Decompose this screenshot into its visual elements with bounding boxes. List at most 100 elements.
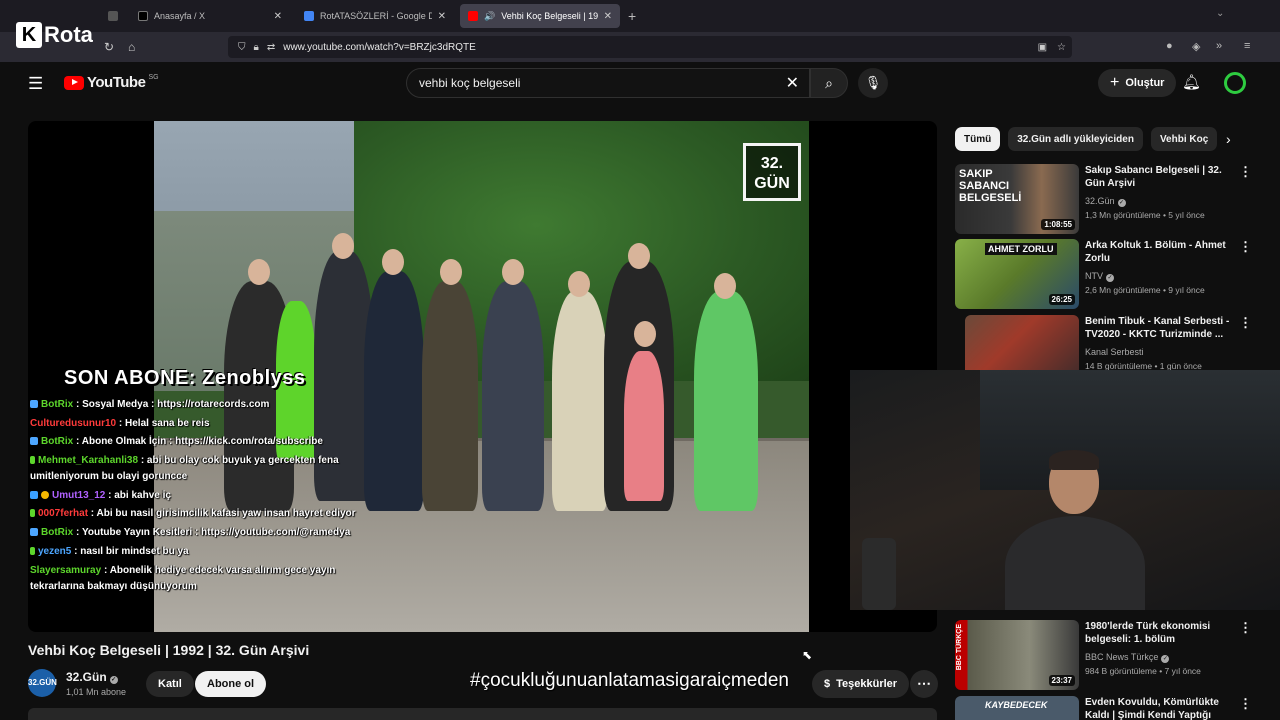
super-thanks-icon: $ (824, 678, 831, 690)
bookmark-star-icon[interactable]: ☆ (1057, 42, 1066, 53)
tab-google-docs[interactable]: RotATASÖZLERİ - Google Doküm ✕ (296, 4, 454, 28)
reload-icon[interactable]: ↻ (104, 40, 114, 54)
tab-overview-icon[interactable] (100, 4, 120, 28)
youtube-logo[interactable]: YouTube SG (64, 74, 159, 91)
chat-message: BotRix : Abone Olmak İçin : https://kick… (30, 434, 390, 450)
more-actions-button[interactable]: ⋯ (910, 670, 938, 698)
more-options-icon[interactable]: ⋮ (1239, 315, 1252, 331)
recommended-video[interactable]: KAYBEDECEK Evden Kovuldu, Kömürlükte Kal… (955, 696, 1265, 720)
video-thumbnail[interactable]: AHMET ZORLU 26:25 (955, 239, 1079, 309)
coin-badge-icon (41, 490, 49, 499)
clear-search-icon[interactable]: ✕ (786, 73, 799, 93)
chevron-right-icon[interactable]: › (1226, 131, 1231, 147)
child-figure (624, 351, 664, 501)
subscriber-badge-icon (30, 456, 35, 465)
close-tab-icon[interactable]: ✕ (438, 11, 446, 22)
search-button[interactable]: ⌕ (810, 68, 848, 98)
bot-badge-icon (30, 528, 38, 537)
video-title: Vehbi Koç Belgeseli | 1992 | 32. Gün Arş… (28, 642, 310, 658)
description-box[interactable] (28, 708, 937, 720)
channel-avatar[interactable]: 32.GÜN (28, 669, 57, 697)
bot-badge-icon (30, 400, 38, 408)
chat-message: Umut13_12 : abi kahve iç (30, 488, 390, 504)
recommended-video[interactable]: BBC TÜRKÇE 23:37 1980'lerde Türk ekonomi… (955, 620, 1265, 690)
tab-x[interactable]: Anasayfa / X ✕ (130, 4, 290, 28)
subscriber-badge-icon (30, 509, 35, 518)
chat-message: 0007ferhat : Abi bu nasil girisimcilik k… (30, 506, 390, 522)
shield-icon[interactable]: ⛉ (238, 42, 246, 53)
subscriber-count: 1,01 Mn abone (66, 687, 127, 697)
address-bar[interactable]: ⛉ 🔒︎ ⇄ www.youtube.com/watch?v=BRZjc3dRQ… (228, 36, 1072, 58)
more-options-icon[interactable]: ⋮ (1239, 164, 1252, 180)
picture-in-picture-icon[interactable]: ▣ (1038, 42, 1047, 53)
hashtag-overlay: #çocukluğunuanlatamasigaraiçmeden (470, 670, 789, 691)
thanks-button[interactable]: $ Teşekkürler (812, 670, 910, 698)
notifications-bell-icon[interactable]: 🔔︎ (1182, 73, 1201, 91)
person-head (714, 273, 736, 299)
video-thumbnail[interactable]: SAKIP SABANCI BELGESELİ 1:08:55 (955, 164, 1079, 234)
chat-message: Culturedusunur10 : Helal sana be reis (30, 417, 210, 429)
chat-message: yezen5 : nasıl bir mindset bu ya (30, 544, 390, 560)
tab-youtube[interactable]: 🔊 Vehbi Koç Belgeseli | 1992 | 3 ✕ (460, 4, 620, 28)
verified-check-icon: ✓ (109, 676, 118, 684)
person-figure (694, 291, 758, 511)
voice-search-button[interactable]: 🎙︎ (858, 68, 888, 98)
recommended-video[interactable]: AHMET ZORLU 26:25 Arka Koltuk 1. Bölüm -… (955, 239, 1265, 309)
recommended-video[interactable]: SAKIP SABANCI BELGESELİ 1:08:55 Sakıp Sa… (955, 164, 1265, 234)
chat-message: BotRix : Youtube Yayın Kesitleri : https… (30, 525, 390, 541)
chevron-down-icon[interactable]: ⌄ (1216, 8, 1224, 19)
more-options-icon[interactable]: ⋮ (1239, 239, 1252, 255)
more-options-icon[interactable]: ⋮ (1239, 696, 1252, 712)
create-button[interactable]: + Oluştur (1098, 69, 1177, 97)
person-head (440, 259, 462, 285)
speaker-icon[interactable]: 🔊 (484, 11, 495, 22)
tab-group-icon (108, 11, 118, 21)
extension-icon[interactable]: ● (1166, 40, 1173, 52)
channel-name[interactable]: 32.Gün ✓ (66, 670, 118, 684)
close-tab-icon[interactable]: ✕ (274, 11, 282, 22)
mouse-cursor-icon: ⬉ (802, 648, 813, 662)
puzzle-icon[interactable]: ◈ (1192, 40, 1200, 53)
subscribe-button[interactable]: Abone ol (195, 671, 267, 697)
home-icon[interactable]: ⌂ (128, 40, 135, 54)
video-thumbnail[interactable]: BBC TÜRKÇE 23:37 (955, 620, 1079, 690)
browser-toolbar: ↻ ⌂ ⛉ 🔒︎ ⇄ www.youtube.com/watch?v=BRZjc… (0, 32, 1280, 62)
chip-all[interactable]: Tümü (955, 127, 1001, 151)
bot-badge-icon (30, 437, 38, 446)
account-avatar[interactable] (1224, 72, 1246, 94)
channel-watermark: 32. GÜN (743, 143, 801, 201)
search-icon: ⌕ (825, 74, 833, 91)
overflow-chevron-icon[interactable]: » (1216, 40, 1222, 52)
gift-badge-icon (30, 490, 38, 499)
google-docs-icon (304, 11, 314, 21)
person-figure (482, 281, 544, 511)
x-logo-icon (138, 11, 148, 21)
new-tab-icon[interactable]: + (628, 8, 636, 24)
verified-check-icon: ✓ (1117, 199, 1126, 207)
chip-from-uploader[interactable]: 32.Gün adlı yükleyiciden (1008, 127, 1143, 151)
person-head (382, 249, 404, 275)
lock-icon[interactable]: 🔒︎ (254, 42, 259, 53)
chip-vehbi-koc[interactable]: Vehbi Koç (1150, 127, 1218, 151)
search-input[interactable]: vehbi koç belgeseli ✕ (406, 68, 810, 98)
person-head (568, 271, 590, 297)
verified-check-icon: ✓ (1161, 655, 1170, 663)
microphone-icon: 🎙︎ (864, 75, 882, 90)
video-player[interactable]: 32. GÜN SON ABONE: Zenoblyss BotRix : So… (28, 121, 937, 632)
chat-message: Mehmet_Karahanli38 : abi bu olay cok buy… (30, 455, 339, 483)
youtube-icon (468, 11, 478, 21)
more-options-icon[interactable]: ⋮ (1239, 620, 1252, 636)
menu-icon[interactable]: ≡ (1244, 40, 1250, 52)
join-button[interactable]: Katıl (146, 671, 194, 697)
webcam-thermos (862, 538, 896, 610)
chat-message: BotRix : Sosyal Medya : https://rotareco… (30, 397, 390, 413)
permissions-icon[interactable]: ⇄ (267, 42, 275, 53)
video-thumbnail[interactable]: KAYBEDECEK (955, 696, 1079, 720)
verified-check-icon: ✓ (1106, 274, 1114, 282)
hamburger-menu-icon[interactable]: ☰ (28, 74, 43, 94)
youtube-header: ☰ YouTube SG vehbi koç belgeseli ✕ ⌕ 🎙︎ … (10, 62, 1270, 104)
url-text[interactable]: www.youtube.com/watch?v=BRZjc3dRQTE (283, 42, 476, 53)
person-head (332, 233, 354, 259)
close-tab-icon[interactable]: ✕ (604, 11, 612, 22)
browser-tab-bar: Anasayfa / X ✕ RotATASÖZLERİ - Google Do… (0, 0, 1280, 32)
